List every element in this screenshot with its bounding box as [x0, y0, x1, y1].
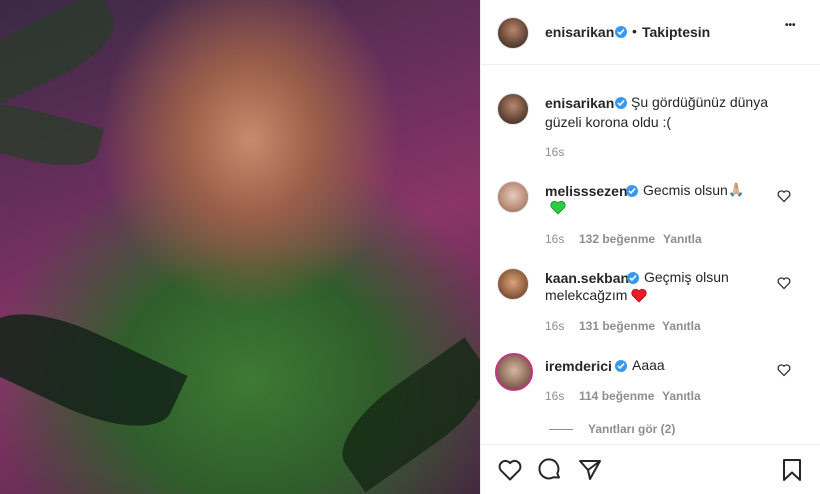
- comment-username[interactable]: iremderici: [545, 358, 612, 374]
- bookmark-icon[interactable]: [779, 457, 805, 483]
- verified-icon: [615, 360, 627, 372]
- verified-icon: [615, 26, 627, 38]
- verified-icon: [615, 97, 627, 109]
- like-comment-icon[interactable]: [777, 276, 791, 290]
- comment-text-line2: melekcağzım: [545, 287, 628, 303]
- post-photo[interactable]: [0, 0, 480, 494]
- plant-leaf-decoration: [0, 291, 188, 449]
- like-comment-icon[interactable]: [777, 189, 791, 203]
- author-username[interactable]: enisarikan: [545, 24, 614, 40]
- comment-time[interactable]: 16s: [545, 319, 564, 333]
- comment-likes[interactable]: 114 beğenme: [579, 389, 654, 403]
- comment-time[interactable]: 16s: [545, 232, 564, 246]
- reply-button[interactable]: Yanıtla: [662, 389, 701, 403]
- comment-time[interactable]: 16s: [545, 389, 564, 403]
- comment-text: Aaaa: [632, 357, 665, 373]
- action-bar: [481, 444, 820, 494]
- verified-icon: [627, 272, 639, 284]
- commenter-avatar[interactable]: [497, 181, 529, 213]
- comment-username[interactable]: melisssezen: [545, 183, 628, 199]
- comment-text: Gecmis olsun: [643, 182, 728, 198]
- caption-avatar[interactable]: [497, 93, 529, 125]
- comment-icon[interactable]: [537, 457, 563, 483]
- caption-time[interactable]: 16s: [545, 145, 564, 159]
- comment-username[interactable]: kaan.sekban: [545, 270, 629, 286]
- green-heart-icon: [550, 200, 566, 215]
- author-avatar[interactable]: [497, 17, 529, 49]
- reply-button[interactable]: Yanıtla: [662, 319, 701, 333]
- reply-button[interactable]: Yanıtla: [663, 232, 702, 246]
- heart-icon[interactable]: [497, 457, 523, 483]
- verified-icon: [626, 185, 638, 197]
- praying-hands-emoji: 🙏🏼: [728, 182, 745, 197]
- separator-dot: •: [632, 23, 637, 39]
- replies-divider-line: [549, 429, 573, 430]
- caption-text: Şu gördüğünüz dünya: [631, 94, 768, 110]
- red-heart-icon: [631, 288, 647, 303]
- view-replies-button[interactable]: Yanıtları gör (2): [588, 422, 675, 436]
- following-status-button[interactable]: Takiptesin: [642, 24, 710, 40]
- more-options-icon[interactable]: •••: [785, 20, 796, 31]
- comment-text: Geçmiş olsun: [644, 269, 729, 285]
- like-comment-icon[interactable]: [777, 363, 791, 377]
- post-header: enisarikan • Takiptesin •••: [481, 0, 820, 65]
- plant-leaf-decoration: [0, 92, 105, 178]
- plant-leaf-decoration: [325, 337, 480, 493]
- share-icon[interactable]: [577, 457, 603, 483]
- commenter-avatar-story-ring[interactable]: [495, 353, 533, 391]
- comment-likes[interactable]: 132 beğenme: [579, 232, 655, 246]
- caption-text-line2: güzeli korona oldu :(: [545, 114, 672, 130]
- commenter-avatar[interactable]: [497, 268, 529, 300]
- comment-likes[interactable]: 131 beğenme: [579, 319, 655, 333]
- plant-leaf-decoration: [0, 0, 126, 109]
- post-side-panel: enisarikan • Takiptesin ••• enisarikan Ş…: [480, 0, 820, 494]
- caption-username[interactable]: enisarikan: [545, 95, 614, 111]
